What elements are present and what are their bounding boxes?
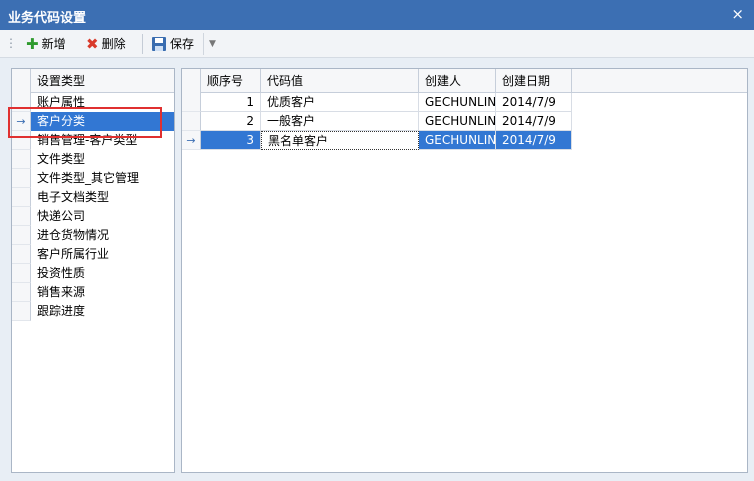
- toolbar-separator: [142, 34, 143, 54]
- list-item[interactable]: 跟踪进度: [12, 302, 174, 321]
- toolbar: ⋮ ✚ 新增 ✖ 删除 保存 ▼: [0, 30, 754, 58]
- list-item[interactable]: 文件类型: [12, 150, 174, 169]
- list-item[interactable]: 销售来源: [12, 283, 174, 302]
- delete-button-label: 删除: [101, 37, 126, 51]
- row-indicator-header: [12, 69, 31, 93]
- list-item-label[interactable]: 投资性质: [31, 264, 174, 283]
- cell-date[interactable]: 2014/7/9: [496, 93, 572, 112]
- row-indicator[interactable]: [12, 93, 31, 112]
- row-indicator[interactable]: [12, 283, 31, 302]
- row-indicator[interactable]: [12, 302, 31, 321]
- settings-type-header-row: 设置类型: [12, 69, 174, 93]
- cell-code[interactable]: 优质客户: [261, 93, 419, 112]
- window-title: 业务代码设置: [8, 11, 87, 26]
- row-indicator[interactable]: [12, 264, 31, 283]
- settings-type-header[interactable]: 设置类型: [31, 69, 174, 93]
- code-grid-header-row: 顺序号 代码值 创建人 创建日期: [182, 69, 747, 93]
- list-item-label[interactable]: 客户分类: [31, 112, 174, 131]
- title-bar: 业务代码设置 ×: [0, 0, 754, 30]
- list-item[interactable]: 销售管理-客户类型: [12, 131, 174, 150]
- add-button-label: 新增: [41, 37, 66, 51]
- settings-type-rows: 账户属性 → 客户分类 销售管理-客户类型 文件类型 文件类型_其它管理 电子文档类型 快递公…: [12, 93, 174, 321]
- table-row[interactable]: → 3 黑名单客户 GECHUNLIN 2014/7/9: [182, 131, 747, 150]
- column-header-order[interactable]: 顺序号: [201, 69, 261, 93]
- row-indicator[interactable]: [12, 150, 31, 169]
- column-header-code[interactable]: 代码值: [261, 69, 419, 93]
- list-item-label[interactable]: 进仓货物情况: [31, 226, 174, 245]
- list-item-label[interactable]: 销售来源: [31, 283, 174, 302]
- list-item[interactable]: 进仓货物情况: [12, 226, 174, 245]
- list-item[interactable]: 文件类型_其它管理: [12, 169, 174, 188]
- arrow-right-icon[interactable]: →: [12, 112, 31, 131]
- save-button[interactable]: 保存: [147, 33, 198, 55]
- cell-order[interactable]: 3: [201, 131, 261, 150]
- list-item-label[interactable]: 快递公司: [31, 207, 174, 226]
- column-header-date[interactable]: 创建日期: [496, 69, 572, 93]
- list-item[interactable]: 电子文档类型: [12, 188, 174, 207]
- x-icon: ✖: [86, 34, 99, 53]
- settings-type-list: 设置类型 账户属性 → 客户分类 销售管理-客户类型 文件类型 文件类型_其它管理 电子文档…: [11, 68, 175, 473]
- plus-icon: ✚: [26, 34, 39, 53]
- cell-creator[interactable]: GECHUNLIN: [419, 93, 496, 112]
- table-row[interactable]: 1 优质客户 GECHUNLIN 2014/7/9: [182, 93, 747, 112]
- table-row[interactable]: 2 一般客户 GECHUNLIN 2014/7/9: [182, 112, 747, 131]
- row-indicator-header: [182, 69, 201, 93]
- list-item[interactable]: 快递公司: [12, 207, 174, 226]
- row-indicator[interactable]: [182, 112, 201, 131]
- add-button[interactable]: ✚ 新增: [22, 33, 70, 55]
- row-indicator[interactable]: [12, 188, 31, 207]
- toolbar-overflow-chevron-down-icon[interactable]: ▼: [203, 33, 221, 55]
- list-item-label[interactable]: 客户所属行业: [31, 245, 174, 264]
- cell-date[interactable]: 2014/7/9: [496, 131, 572, 150]
- code-grid-rows: 1 优质客户 GECHUNLIN 2014/7/9 2 一般客户 GECHUNLIN 2014…: [182, 93, 747, 150]
- row-indicator[interactable]: [12, 169, 31, 188]
- code-grid: 顺序号 代码值 创建人 创建日期 1 优质客户 GECHUNLIN 2014/7/9 2…: [181, 68, 748, 473]
- cell-creator[interactable]: GECHUNLIN: [419, 131, 496, 150]
- toolbar-grip-icon[interactable]: ⋮: [5, 36, 17, 50]
- cell-code[interactable]: 黑名单客户: [261, 131, 419, 150]
- list-item[interactable]: 账户属性: [12, 93, 174, 112]
- row-indicator[interactable]: [12, 245, 31, 264]
- cell-code[interactable]: 一般客户: [261, 112, 419, 131]
- column-header-creator[interactable]: 创建人: [419, 69, 496, 93]
- cell-order[interactable]: 2: [201, 112, 261, 131]
- cell-creator[interactable]: GECHUNLIN: [419, 112, 496, 131]
- row-indicator[interactable]: [182, 93, 201, 112]
- close-icon[interactable]: ×: [731, 5, 744, 23]
- arrow-right-icon[interactable]: →: [182, 131, 201, 150]
- list-item-label[interactable]: 电子文档类型: [31, 188, 174, 207]
- list-item[interactable]: 投资性质: [12, 264, 174, 283]
- list-item-label[interactable]: 文件类型_其它管理: [31, 169, 174, 188]
- list-item-label[interactable]: 账户属性: [31, 93, 174, 112]
- row-indicator[interactable]: [12, 131, 31, 150]
- list-item[interactable]: → 客户分类: [12, 112, 174, 131]
- cell-date[interactable]: 2014/7/9: [496, 112, 572, 131]
- row-indicator[interactable]: [12, 207, 31, 226]
- list-item-label[interactable]: 销售管理-客户类型: [31, 131, 174, 150]
- list-item-label[interactable]: 跟踪进度: [31, 302, 174, 321]
- list-item-label[interactable]: 文件类型: [31, 150, 174, 169]
- row-indicator[interactable]: [12, 226, 31, 245]
- delete-button[interactable]: ✖ 删除: [82, 33, 130, 55]
- floppy-icon: [152, 37, 166, 51]
- save-button-label: 保存: [170, 37, 195, 51]
- cell-order[interactable]: 1: [201, 93, 261, 112]
- list-item[interactable]: 客户所属行业: [12, 245, 174, 264]
